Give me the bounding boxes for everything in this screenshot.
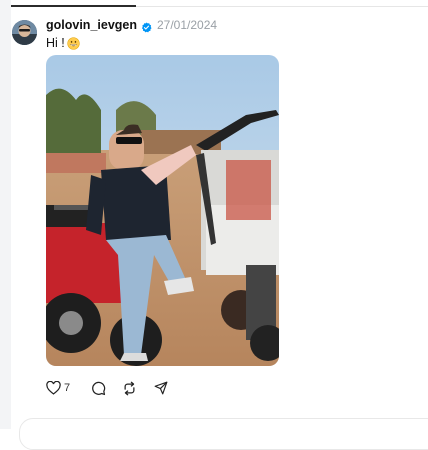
like-count: 7 bbox=[64, 382, 71, 394]
post-photo[interactable] bbox=[46, 55, 279, 366]
send-icon bbox=[154, 381, 168, 395]
next-post-card[interactable] bbox=[19, 418, 428, 450]
comment-bubble-icon bbox=[91, 381, 106, 396]
heart-icon bbox=[46, 381, 61, 395]
repost-icon bbox=[122, 381, 137, 396]
left-rail bbox=[0, 0, 11, 429]
post-actions: 7 bbox=[46, 380, 168, 396]
verified-badge-icon bbox=[141, 20, 152, 32]
avatar[interactable] bbox=[12, 20, 37, 45]
reply-button[interactable] bbox=[91, 381, 106, 396]
divider bbox=[136, 6, 428, 7]
caption-text: Hi ! bbox=[46, 36, 65, 50]
grinning-face-icon bbox=[67, 36, 80, 50]
repost-button[interactable] bbox=[122, 381, 137, 396]
post-caption: Hi ! bbox=[46, 36, 80, 50]
post-date[interactable]: 27/01/2024 bbox=[157, 18, 217, 32]
post-header: golovin_ievgen 27/01/2024 bbox=[46, 17, 217, 33]
like-button[interactable]: 7 bbox=[46, 381, 70, 395]
username-link[interactable]: golovin_ievgen bbox=[46, 18, 137, 32]
tab-underline bbox=[11, 5, 136, 7]
share-button[interactable] bbox=[154, 381, 168, 395]
